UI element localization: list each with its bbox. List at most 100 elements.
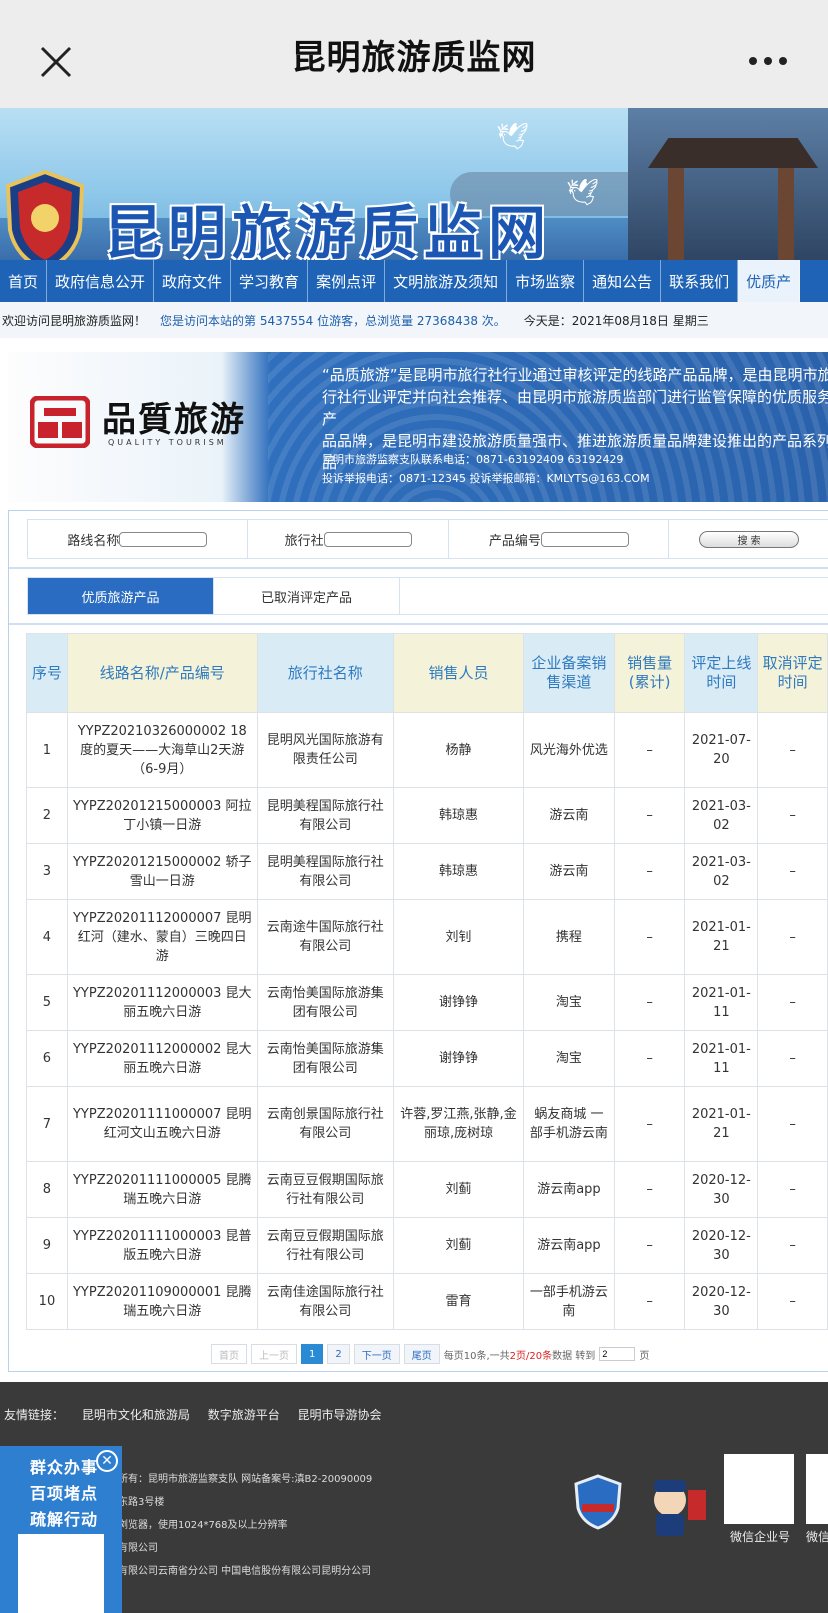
route-name-label: 路线名称 — [67, 533, 120, 549]
row-no: 9 — [26, 1217, 68, 1274]
menu-item-civilized-travel[interactable]: 文明旅游及须知 — [385, 260, 508, 302]
product-code-input[interactable] — [540, 531, 629, 547]
row-no: 4 — [26, 899, 68, 975]
col-header-online: 评定上线时间 — [684, 633, 759, 713]
menu-item-gov-docs[interactable]: 政府文件 — [154, 260, 232, 302]
site-banner: 🕊 🕊 昆明旅游质监网 — [0, 108, 828, 260]
seagull-icon: 🕊 — [496, 122, 530, 152]
row-channel: 游云南app — [523, 1161, 615, 1218]
contact-phone: 昆明市旅游监察支队联系电话：0871-63192409 63192429 — [322, 453, 624, 466]
row-cancel-time: – — [757, 712, 828, 788]
row-volume: – — [613, 899, 686, 975]
products-table: 序号 线路名称/产品编号 旅行社名称 销售人员 企业备案销售渠道 销售量(累计)… — [26, 633, 828, 1330]
more-icon[interactable] — [748, 54, 788, 68]
table-row: 2 YYPZ20201215000003 阿拉丁小镇一日游 昆明美程国际旅行社有限公… — [26, 787, 828, 844]
friend-links: 友情链接： 昆明市文化和旅游局 数字旅游平台 昆明市导游协会 — [4, 1406, 396, 1423]
row-online-time: 2021-01-11 — [684, 1030, 759, 1087]
row-volume: – — [613, 1273, 686, 1330]
row-sales: 刘蓟 — [392, 1161, 525, 1218]
col-header-agency: 旅行社名称 — [256, 633, 394, 713]
table-row: 5 YYPZ20201112000003 昆大丽五晚六日游 云南怡美国际旅游集团有限… — [26, 974, 828, 1031]
row-online-time: 2021-03-02 — [684, 843, 759, 900]
menu-item-market-watch[interactable]: 市场监察 — [507, 260, 585, 302]
pager-page-unit: 页 — [639, 1350, 650, 1362]
row-volume: – — [613, 843, 686, 900]
row-route: YYPZ20201111000003 昆普版五晚六日游 — [66, 1217, 258, 1274]
row-sales: 谢铮铮 — [392, 974, 525, 1031]
first-page-button[interactable]: 首页 — [211, 1344, 247, 1364]
last-page-button[interactable]: 尾页 — [403, 1344, 440, 1364]
public-institution-emblem-icon[interactable] — [574, 1474, 622, 1530]
pagination: 首页 上一页 1 2 下一页 尾页 每页10条,一共 2页/20条 数据 转到 … — [211, 1343, 649, 1365]
page-2-button[interactable]: 2 — [327, 1344, 350, 1364]
agency-input[interactable] — [323, 531, 412, 547]
row-sales: 刘钊 — [392, 899, 525, 975]
search-button[interactable]: 搜 索 — [699, 530, 800, 548]
welcome-bar: 欢迎访问昆明旅游质监网！ 您是访问本站的第 5437554 位游客，总浏览量 2… — [0, 302, 828, 338]
row-sales: 雷育 — [392, 1273, 525, 1330]
menu-item-home[interactable]: 首页 — [0, 260, 48, 302]
route-name-input[interactable] — [119, 531, 208, 547]
row-agency: 云南豆豆假期国际旅行社有限公司 — [256, 1217, 394, 1274]
col-header-route: 线路名称/产品编号 — [66, 633, 258, 713]
tab-quality-products[interactable]: 优质旅游产品 — [28, 578, 214, 614]
page-1-button[interactable]: 1 — [301, 1344, 324, 1364]
contact-info: 昆明市旅游监察支队联系电话：0871-63192409 63192429 投诉举… — [322, 450, 650, 488]
friend-link[interactable]: 数字旅游平台 — [208, 1408, 280, 1422]
agency-label: 旅行社 — [284, 533, 324, 549]
goto-page-input[interactable] — [599, 1347, 636, 1361]
close-ad-icon[interactable]: ✕ — [96, 1450, 118, 1472]
row-no: 10 — [26, 1273, 68, 1330]
row-no: 5 — [26, 974, 68, 1031]
row-cancel-time: – — [757, 843, 828, 900]
quality-tourism-logo-subtitle: QUALITY TOURISM — [108, 438, 227, 447]
complaint-info: 投诉举报电话：0871-12345 投诉举报邮箱：KMLYTS@163.COM — [322, 472, 650, 485]
table-row: 8 YYPZ20201111000005 昆腾瑞五晚六日游 云南豆豆假期国际旅行社有… — [26, 1161, 828, 1218]
menu-item-quality-products[interactable]: 优质产 — [738, 260, 801, 302]
menu-item-contact[interactable]: 联系我们 — [661, 260, 739, 302]
row-channel: 蜗友商城 一部手机游云南 — [523, 1086, 615, 1162]
row-volume: – — [613, 787, 686, 844]
pager-total: 2页/20条 — [509, 1350, 553, 1362]
table-row: 6 YYPZ20201112000002 昆大丽五晚六日游 云南怡美国际旅游集团有限… — [26, 1030, 828, 1087]
police-mascot-icon[interactable] — [640, 1470, 710, 1538]
floating-ad[interactable]: 群众办事 百项堵点 疏解行动 ✕ — [0, 1446, 122, 1613]
menu-item-study[interactable]: 学习教育 — [231, 260, 309, 302]
row-route: YYPZ20201112000003 昆大丽五晚六日游 — [66, 974, 258, 1031]
row-cancel-time: – — [757, 1086, 828, 1162]
pager-info: 每页10条,一共 — [443, 1350, 510, 1362]
row-cancel-time: – — [757, 899, 828, 975]
page-title: 昆明旅游质监网 — [291, 37, 537, 78]
table-row: 4 YYPZ20201112000007 昆明红河（建水、蒙自）三晚四日游 云南途牛… — [26, 899, 828, 975]
row-agency: 昆明风光国际旅游有限责任公司 — [256, 712, 394, 788]
col-header-cancel: 取消评定时间 — [757, 633, 828, 713]
ad-line-1: 群众办事 — [30, 1458, 99, 1477]
quality-tourism-logo-icon — [30, 396, 90, 448]
row-route: YYPZ20201112000007 昆明红河（建水、蒙自）三晚四日游 — [66, 899, 258, 975]
friend-link[interactable]: 昆明市导游协会 — [298, 1408, 382, 1422]
next-page-button[interactable]: 下一页 — [353, 1344, 400, 1364]
close-icon[interactable] — [38, 44, 74, 80]
row-online-time: 2021-07-20 — [684, 712, 759, 788]
row-volume: – — [613, 1161, 686, 1218]
site-name: 昆明旅游质监网 — [104, 199, 553, 260]
row-sales: 韩琼惠 — [392, 787, 525, 844]
menu-item-notices[interactable]: 通知公告 — [584, 260, 662, 302]
today-date: 今天是：2021年08月18日 星期三 — [523, 313, 709, 328]
row-no: 2 — [26, 787, 68, 844]
prev-page-button[interactable]: 上一页 — [251, 1344, 297, 1364]
row-online-time: 2021-01-21 — [684, 899, 759, 975]
col-header-no: 序号 — [26, 633, 68, 713]
row-channel: 携程 — [523, 899, 615, 975]
footer-info: 所有：昆明市旅游监察支队 网站备案号:滇B2-20090009 东路3号楼 浏览… — [118, 1474, 373, 1577]
friend-link[interactable]: 昆明市文化和旅游局 — [82, 1408, 190, 1422]
tab-cancelled-products[interactable]: 已取消评定产品 — [214, 578, 400, 614]
row-no: 1 — [26, 712, 68, 788]
menu-item-cases[interactable]: 案例点评 — [308, 260, 386, 302]
row-volume: – — [613, 1217, 686, 1274]
menu-item-gov-info[interactable]: 政府信息公开 — [47, 260, 155, 302]
friend-links-label: 友情链接： — [4, 1408, 65, 1422]
row-cancel-time: – — [757, 1273, 828, 1330]
table-header-row: 序号 线路名称/产品编号 旅行社名称 销售人员 企业备案销售渠道 销售量(累计)… — [26, 633, 828, 713]
row-agency: 云南怡美国际旅游集团有限公司 — [256, 1030, 394, 1087]
